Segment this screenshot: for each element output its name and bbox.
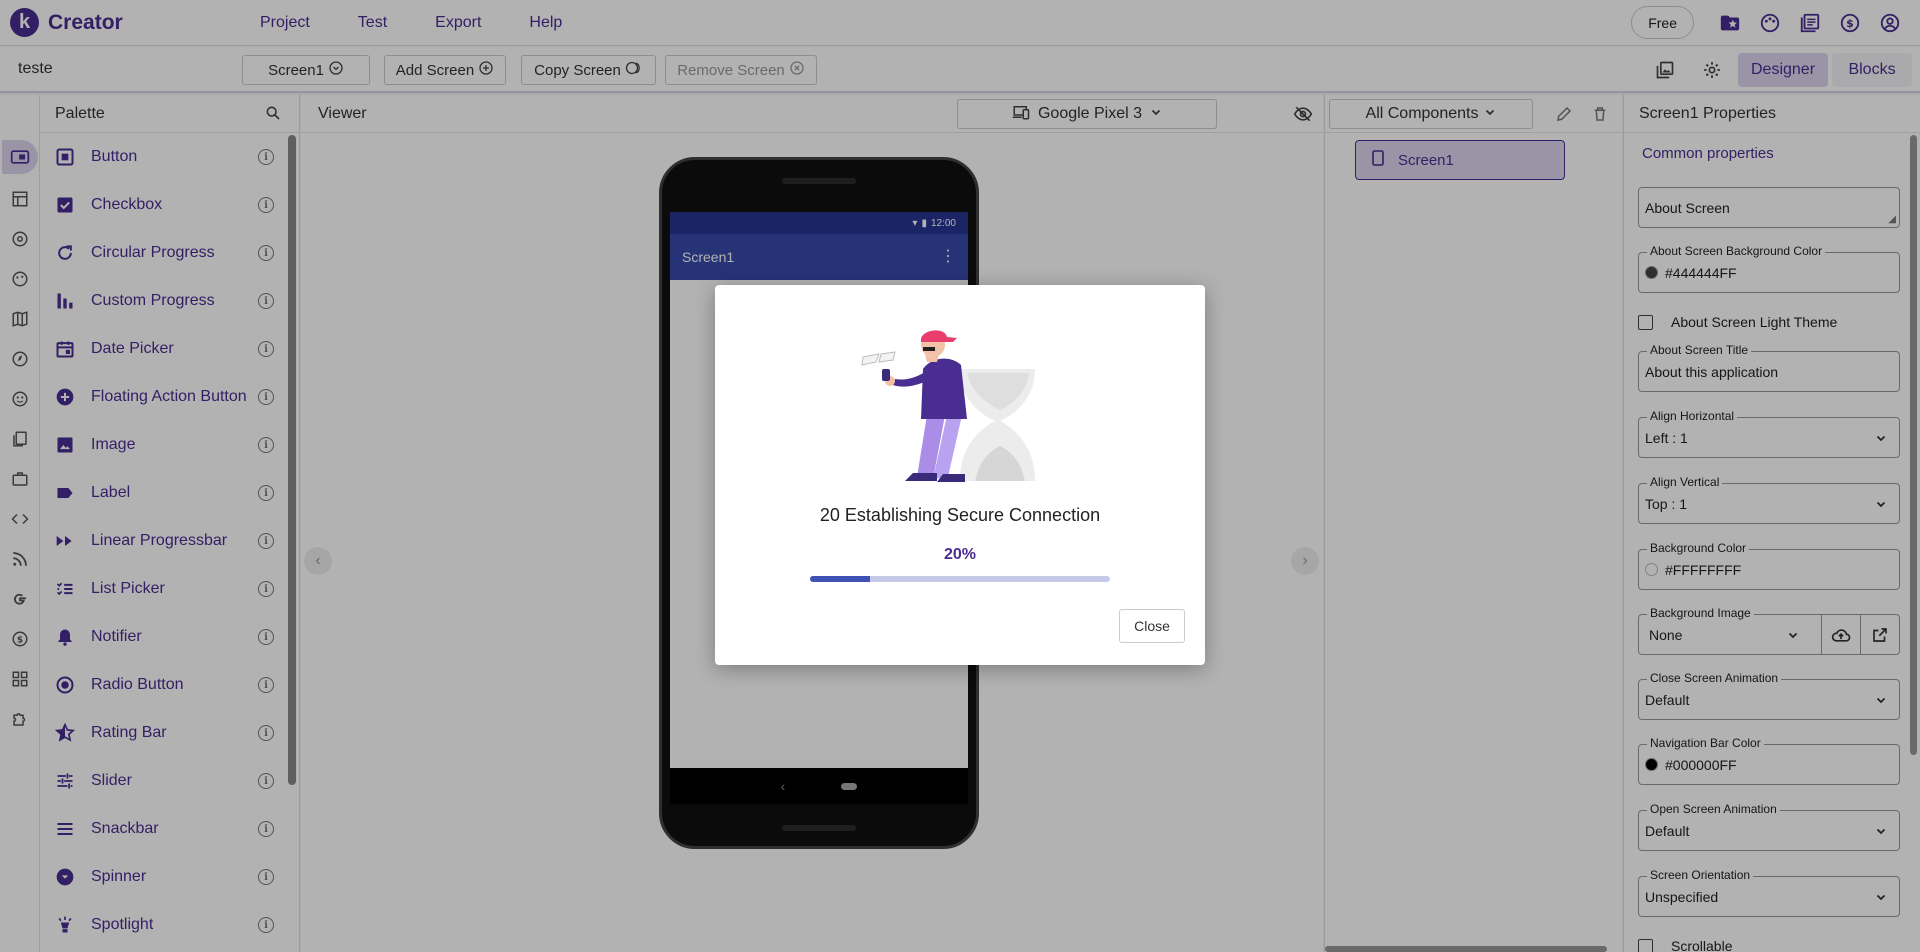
loading-dialog: 20 Establishing Secure Connection 20% Cl… [715,285,1205,665]
close-button[interactable]: Close [1119,609,1185,643]
dialog-percent: 20% [943,546,977,563]
progress-bar [810,576,1110,582]
dialog-message: 20 Establishing Secure Connection [819,505,1101,525]
hourglass-person-illustration [861,330,1035,482]
progress-bar-fill [810,576,870,582]
